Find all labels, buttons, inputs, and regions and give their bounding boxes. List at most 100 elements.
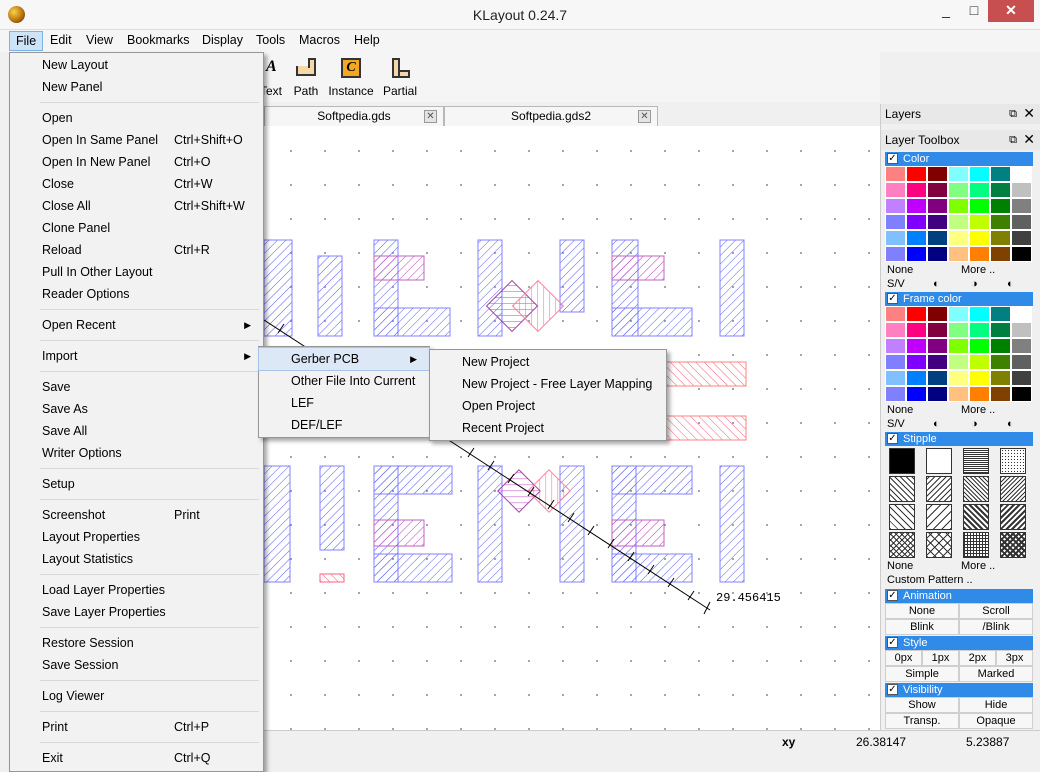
stipple-swatch[interactable] <box>889 448 915 474</box>
color-swatch[interactable] <box>948 306 969 322</box>
stipple-swatch[interactable] <box>963 504 989 530</box>
menu-file[interactable]: File <box>9 31 44 51</box>
menu-item-save[interactable]: Save <box>10 376 263 398</box>
color-swatch[interactable] <box>948 182 969 198</box>
menu-item-save-all[interactable]: Save All <box>10 420 263 442</box>
animation-section-header[interactable]: ✓ Animation <box>885 589 1033 603</box>
stipple-swatch[interactable] <box>963 532 989 558</box>
menu-item-other-file-into-current[interactable]: Other File Into Current <box>259 370 429 392</box>
color-swatch[interactable] <box>927 166 948 182</box>
menu-help[interactable]: Help <box>354 33 380 47</box>
menu-item-gerber-pcb[interactable]: Gerber PCB ▶ <box>258 347 430 371</box>
color-swatch[interactable] <box>906 338 927 354</box>
partial-tool-button[interactable]: Partial <box>382 56 418 98</box>
instance-tool-button[interactable]: C Instance <box>328 56 374 98</box>
menu-item-print[interactable]: Print Ctrl+P <box>10 716 263 738</box>
color-swatch[interactable] <box>927 182 948 198</box>
maximize-button[interactable]: □ <box>960 0 988 22</box>
menu-item-save-as[interactable]: Save As <box>10 398 263 420</box>
stipple-swatch[interactable] <box>889 532 915 558</box>
color-swatch[interactable] <box>927 306 948 322</box>
menu-item-writer-options[interactable]: Writer Options <box>10 442 263 464</box>
color-swatch[interactable] <box>990 214 1011 230</box>
color-swatch[interactable] <box>990 354 1011 370</box>
menu-item-new-project-free-mapping[interactable]: New Project - Free Layer Mapping <box>430 373 666 395</box>
color-swatch[interactable] <box>885 306 906 322</box>
color-swatch[interactable] <box>990 338 1011 354</box>
color-swatch[interactable] <box>1011 230 1032 246</box>
color-swatch[interactable] <box>969 230 990 246</box>
color-swatch[interactable] <box>969 182 990 198</box>
contrast-icon[interactable]: ◐ <box>1007 418 1014 430</box>
color-swatch[interactable] <box>927 386 948 402</box>
close-tab-icon[interactable]: ✕ <box>638 110 651 123</box>
width-1px-button[interactable]: 1px <box>922 650 959 666</box>
checkbox-icon[interactable]: ✓ <box>887 684 898 695</box>
color-swatch[interactable] <box>990 182 1011 198</box>
close-button[interactable]: ✕ <box>988 0 1034 22</box>
color-swatch[interactable] <box>990 370 1011 386</box>
transparent-button[interactable]: Transp. <box>885 713 959 729</box>
stipple-swatch[interactable] <box>926 532 952 558</box>
color-swatch[interactable] <box>1011 306 1032 322</box>
color-swatch[interactable] <box>906 214 927 230</box>
anim-blink-button[interactable]: Blink <box>885 619 959 635</box>
opaque-button[interactable]: Opaque <box>959 713 1033 729</box>
menu-item-save-layer-properties[interactable]: Save Layer Properties <box>10 601 263 623</box>
anim-none-button[interactable]: None <box>885 603 959 619</box>
menu-item-reader-options[interactable]: Reader Options <box>10 283 263 305</box>
color-swatch[interactable] <box>948 322 969 338</box>
color-swatch[interactable] <box>1011 386 1032 402</box>
color-swatch[interactable] <box>969 370 990 386</box>
color-swatch[interactable] <box>906 370 927 386</box>
menu-macros[interactable]: Macros <box>299 33 340 47</box>
color-swatch[interactable] <box>1011 198 1032 214</box>
tab-softpedia-gds2[interactable]: Softpedia.gds2 ✕ <box>444 106 658 126</box>
menu-item-open-project[interactable]: Open Project <box>430 395 666 417</box>
menu-item-close[interactable]: Close Ctrl+W <box>10 173 263 195</box>
color-swatch[interactable] <box>1011 246 1032 262</box>
color-swatch[interactable] <box>948 198 969 214</box>
menu-item-def-lef[interactable]: DEF/LEF <box>259 414 429 436</box>
menu-item-lef[interactable]: LEF <box>259 392 429 414</box>
stipple-swatch[interactable] <box>926 504 952 530</box>
lighter-icon[interactable]: ◑ <box>971 278 978 290</box>
checkbox-icon[interactable]: ✓ <box>887 433 898 444</box>
color-swatch[interactable] <box>948 246 969 262</box>
color-swatch[interactable] <box>990 386 1011 402</box>
color-swatch[interactable] <box>906 246 927 262</box>
menu-view[interactable]: View <box>86 33 113 47</box>
color-swatch[interactable] <box>885 322 906 338</box>
contrast-icon[interactable]: ◐ <box>1007 278 1014 290</box>
color-swatch[interactable] <box>948 338 969 354</box>
color-swatch[interactable] <box>906 322 927 338</box>
color-swatch[interactable] <box>927 230 948 246</box>
style-simple-button[interactable]: Simple <box>885 666 959 682</box>
path-tool-button[interactable]: Path <box>292 56 320 98</box>
stipple-swatch[interactable] <box>926 448 952 474</box>
menu-item-log-viewer[interactable]: Log Viewer <box>10 685 263 707</box>
none-button[interactable]: None <box>887 404 913 416</box>
frame-color-palette[interactable] <box>885 306 1033 402</box>
stipple-swatch[interactable] <box>1000 448 1026 474</box>
float-icon[interactable]: ⧉ <box>1009 108 1017 121</box>
none-button[interactable]: None <box>887 264 913 276</box>
color-swatch[interactable] <box>885 230 906 246</box>
menu-item-setup[interactable]: Setup <box>10 473 263 495</box>
menu-item-new-panel[interactable]: New Panel <box>10 76 263 98</box>
menu-item-open-in-new-panel[interactable]: Open In New Panel Ctrl+O <box>10 151 263 173</box>
color-swatch[interactable] <box>990 246 1011 262</box>
darker-icon[interactable]: ◐ <box>933 278 940 290</box>
color-swatch[interactable] <box>927 246 948 262</box>
color-swatch[interactable] <box>990 166 1011 182</box>
menu-display[interactable]: Display <box>202 33 243 47</box>
menu-item-exit[interactable]: Exit Ctrl+Q <box>10 747 263 769</box>
color-swatch[interactable] <box>885 386 906 402</box>
color-swatch[interactable] <box>948 370 969 386</box>
menu-item-reload[interactable]: Reload Ctrl+R <box>10 239 263 261</box>
color-swatch[interactable] <box>885 214 906 230</box>
menu-item-layout-statistics[interactable]: Layout Statistics <box>10 548 263 570</box>
color-swatch[interactable] <box>990 198 1011 214</box>
width-0px-button[interactable]: 0px <box>885 650 922 666</box>
color-swatch[interactable] <box>906 386 927 402</box>
